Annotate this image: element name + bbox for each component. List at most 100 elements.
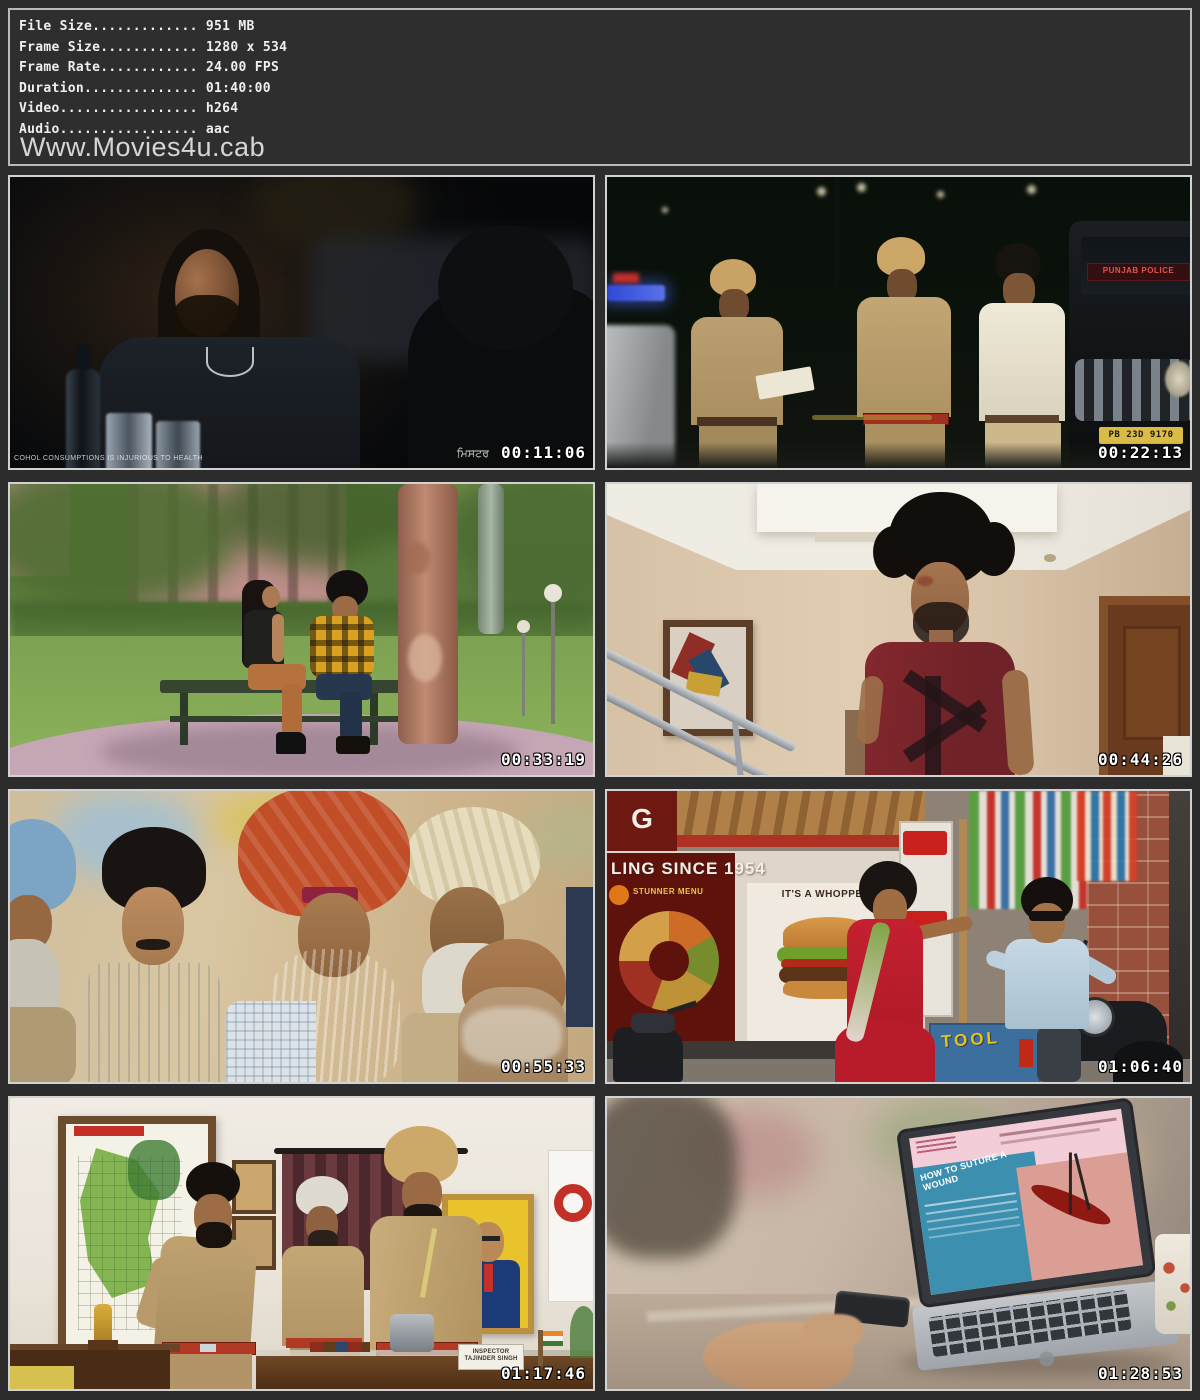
cola-logo-band bbox=[903, 831, 947, 855]
movie-still-police-night: PUNJAB POLICE PB 23D 9170 00:22:13 bbox=[607, 177, 1190, 468]
info-row-video: Video................. h264 bbox=[19, 99, 1190, 120]
storefront-sign-corner: G bbox=[607, 791, 677, 851]
second-trunk bbox=[478, 484, 504, 634]
screenshot-4: 00:44:26 bbox=[605, 482, 1192, 777]
timestamp-overlay: 01:06:40 bbox=[1098, 1058, 1183, 1076]
timestamp-overlay: 00:55:33 bbox=[501, 1058, 586, 1076]
bokeh-light bbox=[857, 183, 866, 192]
movie-still-crowd: 00:55:33 bbox=[10, 791, 593, 1082]
face-bruise bbox=[917, 576, 933, 586]
nameplate-title: INSPECTOR bbox=[459, 1349, 523, 1356]
person-shoulder bbox=[607, 1098, 737, 1258]
health-warning-text: COHOL CONSUMPTIONS IS INJURIOUS TO HEALT… bbox=[14, 455, 203, 463]
lamp-post bbox=[522, 634, 525, 716]
desk-books bbox=[310, 1342, 370, 1352]
necklace bbox=[206, 347, 254, 377]
screenshot-1: COHOL CONSUMPTIONS IS INJURIOUS TO HEALT… bbox=[8, 175, 595, 470]
trunk-patch bbox=[406, 542, 430, 574]
screenshot-8: HOW TO SUTURE A WOUND 01:28:53 bbox=[605, 1096, 1192, 1391]
suv-headlight bbox=[1165, 361, 1190, 397]
palm-trunk bbox=[398, 484, 458, 744]
police-logo-poster bbox=[548, 1150, 593, 1302]
parked-motorcycle bbox=[613, 1027, 683, 1082]
info-row-frame-size: Frame Size............ 1280 x 534 bbox=[19, 38, 1190, 59]
info-value: 01:40:00 bbox=[198, 81, 271, 96]
police-beacon-red bbox=[613, 273, 639, 283]
center-man-shirt bbox=[226, 1001, 316, 1082]
screenshot-5: 00:55:33 bbox=[8, 789, 595, 1084]
police-logo-ring bbox=[554, 1184, 592, 1222]
screenshot-7: INSPECTOR TAJINDER SINGH 01:17:46 bbox=[8, 1096, 595, 1391]
info-value: 24.00 FPS bbox=[198, 60, 279, 75]
stunner-menu-text: STUNNER MENU bbox=[633, 887, 733, 896]
map-title-strip bbox=[74, 1126, 144, 1136]
rider-blue-shirt bbox=[1005, 939, 1089, 1029]
info-value: 951 MB bbox=[198, 19, 255, 34]
file-info-panel: File Size............. 951 MB Frame Size… bbox=[8, 8, 1192, 166]
bottle bbox=[66, 369, 100, 468]
yellow-folder bbox=[10, 1366, 74, 1389]
lamp-post bbox=[551, 602, 555, 724]
site-watermark: Www.Movies4u.cab bbox=[20, 132, 265, 162]
info-label: Duration bbox=[19, 81, 84, 96]
screenshot-6: G LING SINCE 1954 STUNNER MENU IT'S A WH… bbox=[605, 789, 1192, 1084]
man-shoe bbox=[336, 736, 370, 754]
screenshot-3: 00:33:19 bbox=[8, 482, 595, 777]
timestamp-overlay: 00:22:13 bbox=[1098, 444, 1183, 462]
info-dots: ............. bbox=[92, 19, 198, 34]
screenshot-2: PUNJAB POLICE PB 23D 9170 00:22:13 bbox=[605, 175, 1192, 470]
rider-leg bbox=[1037, 1027, 1081, 1082]
forceps bbox=[1069, 1152, 1072, 1214]
movie-still-street: G LING SINCE 1954 STUNNER MENU IT'S A WH… bbox=[607, 791, 1190, 1082]
woman-arm bbox=[272, 614, 284, 662]
info-label: File Size bbox=[19, 19, 92, 34]
dark-pillar bbox=[1169, 791, 1190, 1082]
screenshot-grid: COHOL CONSUMPTIONS IS INJURIOUS TO HEALT… bbox=[8, 175, 1192, 1391]
man-plaid-shirt bbox=[310, 616, 374, 678]
officer1-uniform bbox=[154, 1235, 257, 1351]
laptop-display: HOW TO SUTURE A WOUND bbox=[909, 1109, 1143, 1295]
webpage-navbar bbox=[1000, 1128, 1099, 1145]
fingers bbox=[803, 1314, 863, 1348]
cup-floral-pattern bbox=[1159, 1258, 1190, 1318]
trophy-base bbox=[88, 1340, 118, 1350]
officer2-uniform bbox=[857, 297, 951, 417]
civilian-shirt bbox=[979, 303, 1065, 421]
laptop: HOW TO SUTURE A WOUND bbox=[886, 1098, 1184, 1389]
timestamp-overlay: 01:17:46 bbox=[501, 1365, 586, 1383]
trunk-patch bbox=[408, 634, 442, 682]
timestamp-overlay: 01:28:53 bbox=[1098, 1365, 1183, 1383]
rider-sunglasses bbox=[1029, 911, 1065, 921]
bokeh-light bbox=[937, 191, 944, 198]
police-beacon-blue bbox=[607, 285, 665, 301]
movie-still-laptop: HOW TO SUTURE A WOUND 01:28:53 bbox=[607, 1098, 1190, 1389]
desk-plant bbox=[570, 1306, 593, 1358]
woman-face bbox=[262, 586, 280, 608]
movie-still-bar-scene: COHOL CONSUMPTIONS IS INJURIOUS TO HEALT… bbox=[10, 177, 593, 468]
rider-face bbox=[1029, 903, 1065, 943]
lamp-globe bbox=[517, 620, 530, 633]
belt-buckle bbox=[200, 1344, 216, 1352]
info-dots: ................. bbox=[60, 101, 198, 116]
woman-boot bbox=[276, 732, 306, 754]
movie-still-park: 00:33:19 bbox=[10, 484, 593, 775]
officer2-uniform bbox=[282, 1246, 364, 1346]
movie-still-police-office: INSPECTOR TAJINDER SINGH 01:17:46 bbox=[10, 1098, 593, 1389]
light-pole bbox=[835, 177, 839, 287]
info-label: Frame Size bbox=[19, 40, 100, 55]
india-flag bbox=[543, 1331, 563, 1346]
info-dots: ............ bbox=[100, 40, 198, 55]
young-man-moustache bbox=[136, 939, 170, 950]
lamp-globe bbox=[544, 584, 562, 602]
menu-wheel-center bbox=[649, 941, 689, 981]
info-dots: ............ bbox=[100, 60, 198, 75]
bokeh-light bbox=[817, 187, 826, 196]
stamp-machine bbox=[390, 1314, 434, 1352]
ceiling-spotlight bbox=[1044, 554, 1056, 562]
navy-turban-edge bbox=[566, 887, 593, 1027]
wood-slat-awning bbox=[677, 791, 925, 835]
bokeh-light bbox=[1027, 185, 1036, 194]
info-row-file-size: File Size............. 951 MB bbox=[19, 17, 1190, 38]
info-value: h264 bbox=[198, 101, 239, 116]
officer1-beard bbox=[196, 1222, 232, 1248]
